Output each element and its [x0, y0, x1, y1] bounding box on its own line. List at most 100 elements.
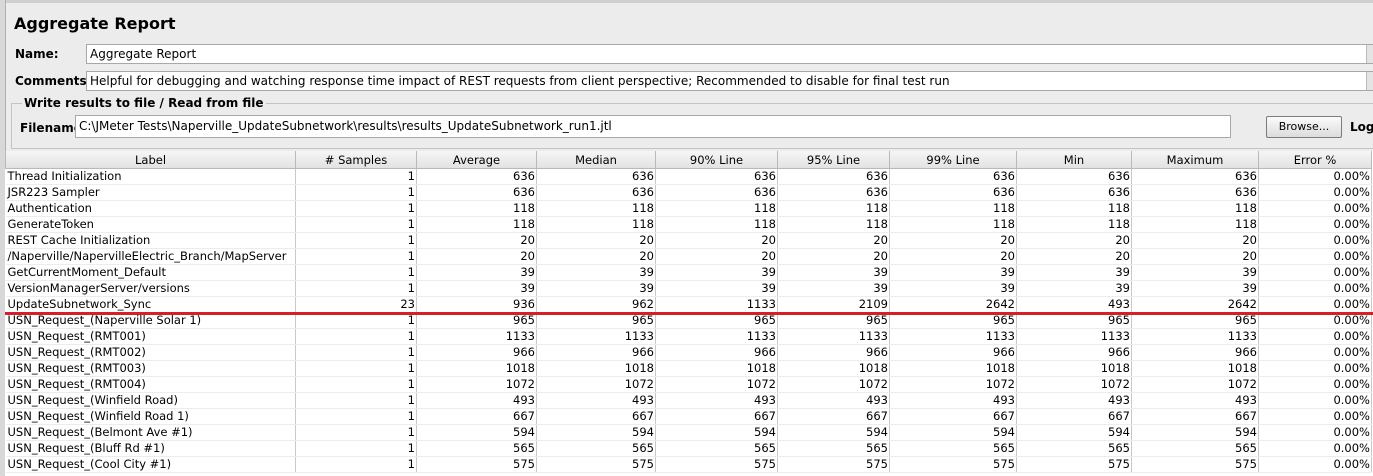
filename-input[interactable]: C:\JMeter Tests\Naperville_UpdateSubnetw… [75, 115, 1231, 138]
cell-average: 594 [416, 424, 537, 441]
cell-min: 39 [1016, 264, 1132, 281]
cell-line90: 1072 [655, 376, 778, 393]
cell-min: 1072 [1016, 376, 1132, 393]
column-header-line90[interactable]: 90% Line [655, 151, 778, 169]
cell-line95: 1018 [777, 360, 890, 377]
table-header-row: Label # Samples Average Median 90% Line 95% L… [5, 151, 1372, 169]
column-header-line95[interactable]: 95% Line [777, 151, 890, 169]
cell-error: 0.00% [1258, 264, 1372, 281]
table-row[interactable]: Authentication 1 118 118 118 118 118 118 118 0.00… [5, 200, 1372, 217]
cell-line95: 966 [777, 344, 890, 361]
cell-line99: 594 [889, 424, 1017, 441]
cell-line95: 636 [777, 168, 890, 185]
cell-line99: 20 [889, 248, 1017, 265]
table-row[interactable]: REST Cache Initialization 1 20 20 20 20 20 20 20… [5, 232, 1372, 249]
cell-line99: 20 [889, 232, 1017, 249]
cell-maximum: 966 [1131, 344, 1259, 361]
column-header-label[interactable]: Label [5, 151, 296, 169]
cell-error: 0.00% [1258, 248, 1372, 265]
column-header-maximum[interactable]: Maximum [1131, 151, 1259, 169]
cell-line90: 39 [655, 264, 778, 281]
cell-samples: 1 [295, 440, 417, 457]
name-input[interactable]: Aggregate Report [86, 44, 1373, 64]
cell-min: 636 [1016, 168, 1132, 185]
cell-line99: 1018 [889, 360, 1017, 377]
cell-error: 0.00% [1258, 344, 1372, 361]
cell-line95: 20 [777, 248, 890, 265]
table-row[interactable]: USN_Request_(RMT002) 1 966 966 966 966 966 966 9… [5, 344, 1372, 361]
cell-line90: 20 [655, 248, 778, 265]
cell-line99: 2642 [889, 296, 1017, 313]
cell-line95: 1133 [777, 328, 890, 345]
table-row[interactable]: USN_Request_(RMT003) 1 1018 1018 1018 1018 101… [5, 360, 1372, 377]
table-row[interactable]: USN_Request_(Winfield Road) 1 493 493 493 493… [5, 392, 1372, 409]
cell-median: 962 [536, 296, 656, 313]
table-row[interactable]: UpdateSubnetwork_Sync 23 936 962 1133 2109 264… [5, 296, 1372, 313]
cell-error: 0.00% [1258, 200, 1372, 217]
cell-average: 20 [416, 232, 537, 249]
cell-samples: 1 [295, 232, 417, 249]
table-row[interactable]: JSR223 Sampler 1 636 636 636 636 636 636 636 0.00… [5, 184, 1372, 201]
cell-label: USN_Request_(Cool City #1) [5, 456, 296, 473]
table-row[interactable]: /Naperville/NapervilleElectric_Branch/Ma… [5, 248, 1372, 265]
column-header-line99[interactable]: 99% Line [889, 151, 1017, 169]
cell-line90: 1018 [655, 360, 778, 377]
cell-line90: 39 [655, 280, 778, 297]
column-header-median[interactable]: Median [536, 151, 656, 169]
cell-min: 1018 [1016, 360, 1132, 377]
column-header-average[interactable]: Average [416, 151, 537, 169]
cell-line99: 39 [889, 264, 1017, 281]
panel-title: Aggregate Report [14, 14, 176, 33]
cell-average: 39 [416, 280, 537, 297]
cell-error: 0.00% [1258, 408, 1372, 425]
table-row[interactable]: Thread Initialization 1 636 636 636 636 636 636… [5, 168, 1372, 185]
cell-median: 118 [536, 200, 656, 217]
column-header-samples[interactable]: # Samples [295, 151, 417, 169]
table-row[interactable]: GenerateToken 1 118 118 118 118 118 118 118 0.00% [5, 216, 1372, 233]
cell-error: 0.00% [1258, 280, 1372, 297]
table-row[interactable]: USN_Request_(Cool City #1) 1 575 575 575 575 5… [5, 456, 1372, 473]
table-row[interactable]: USN_Request_(Bluff Rd #1) 1 565 565 565 565 56… [5, 440, 1372, 457]
cell-average: 118 [416, 216, 537, 233]
cell-median: 118 [536, 216, 656, 233]
cell-label: UpdateSubnetwork_Sync [5, 296, 296, 313]
cell-line90: 636 [655, 168, 778, 185]
cell-line99: 575 [889, 456, 1017, 473]
cell-label: GetCurrentMoment_Default [5, 264, 296, 281]
column-header-error[interactable]: Error % [1258, 151, 1372, 169]
cell-min: 575 [1016, 456, 1132, 473]
cell-line95: 39 [777, 264, 890, 281]
cell-median: 493 [536, 392, 656, 409]
column-header-min[interactable]: Min [1016, 151, 1132, 169]
table-row[interactable]: USN_Request_(Belmont Ave #1) 1 594 594 594 59… [5, 424, 1372, 441]
table-row[interactable]: USN_Request_(Winfield Road 1) 1 667 667 667 6… [5, 408, 1372, 425]
cell-min: 20 [1016, 232, 1132, 249]
cell-error: 0.00% [1258, 392, 1372, 409]
browse-button[interactable]: Browse... [1266, 116, 1342, 138]
table-row[interactable]: GetCurrentMoment_Default 1 39 39 39 39 39 39 39 0… [5, 264, 1372, 281]
cell-median: 20 [536, 248, 656, 265]
cell-median: 20 [536, 232, 656, 249]
cell-samples: 1 [295, 424, 417, 441]
cell-maximum: 39 [1131, 264, 1259, 281]
cell-samples: 1 [295, 456, 417, 473]
cell-average: 493 [416, 392, 537, 409]
cell-line95: 636 [777, 184, 890, 201]
cell-line95: 493 [777, 392, 890, 409]
cell-error: 0.00% [1258, 360, 1372, 377]
table-row[interactable]: USN_Request_(RMT001) 1 1133 1133 1133 1133 113… [5, 328, 1372, 345]
cell-min: 118 [1016, 216, 1132, 233]
cell-label: /Naperville/NapervilleElectric_Branch/Ma… [5, 248, 296, 265]
aggregate-report-panel: Aggregate Report Name: Aggregate Report … [0, 0, 1373, 476]
cell-min: 565 [1016, 440, 1132, 457]
comments-field-edge [1366, 72, 1373, 90]
cell-median: 1072 [536, 376, 656, 393]
filename-label: Filename [20, 121, 82, 135]
table-row[interactable]: USN_Request_(RMT004) 1 1072 1072 1072 1072 107… [5, 376, 1372, 393]
comments-input[interactable]: Helpful for debugging and watching respo… [86, 71, 1373, 91]
cell-label: Authentication [5, 200, 296, 217]
table-row[interactable]: VersionManagerServer/versions 1 39 39 39 39 39… [5, 280, 1372, 297]
cell-error: 0.00% [1258, 168, 1372, 185]
cell-error: 0.00% [1258, 440, 1372, 457]
cell-line95: 1072 [777, 376, 890, 393]
